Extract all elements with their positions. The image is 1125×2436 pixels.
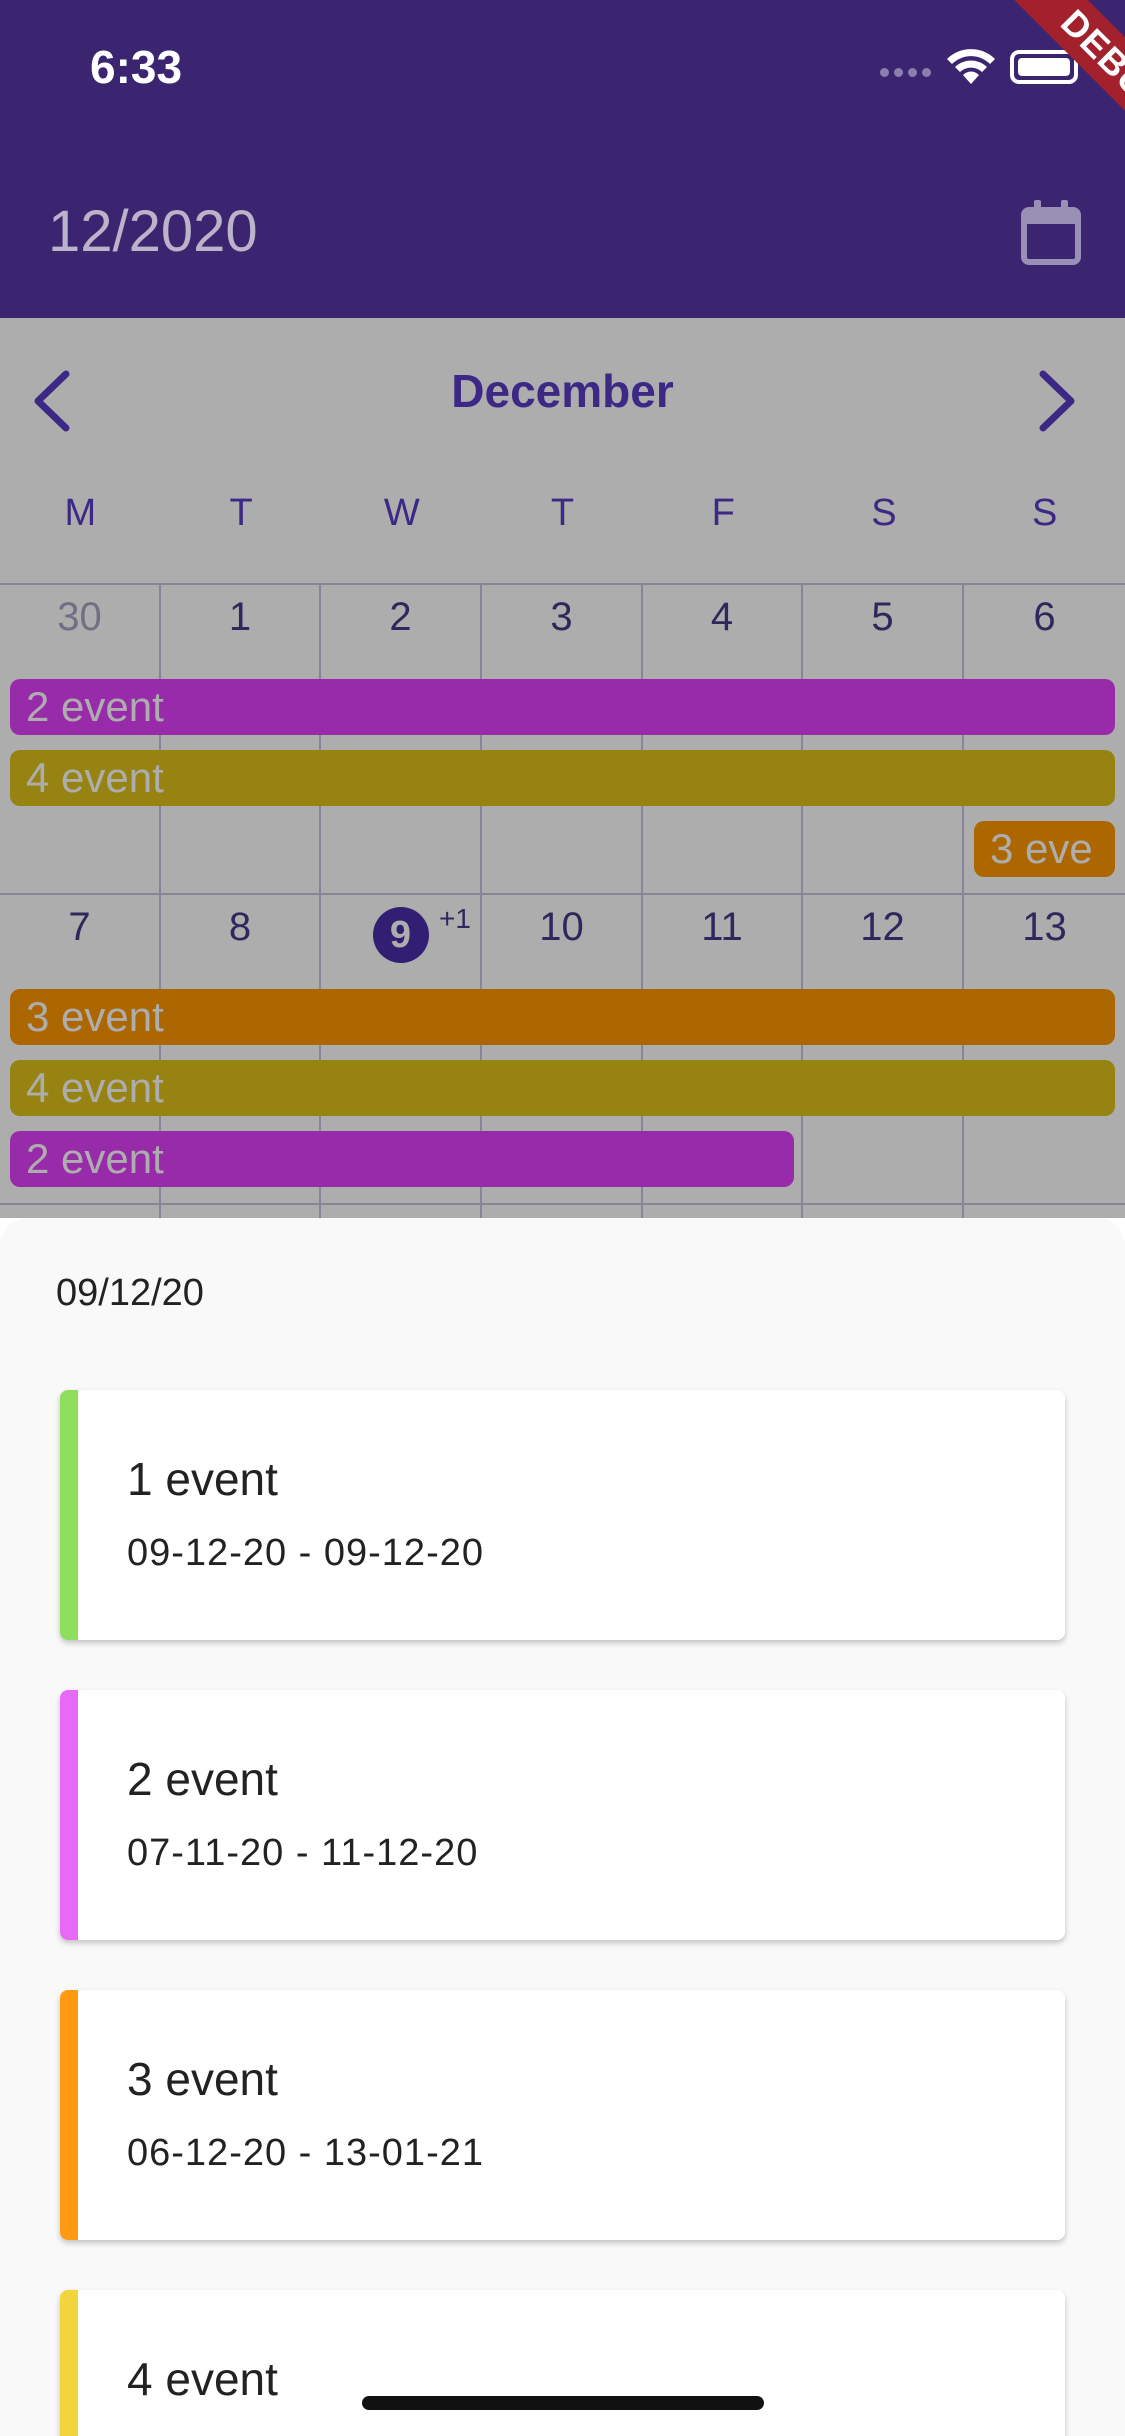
debug-banner: DEBUG xyxy=(945,0,1125,180)
event-card[interactable]: 4 event xyxy=(60,2290,1065,2436)
event-date-range: 07-11-20 - 11-12-20 xyxy=(127,1832,479,1874)
modal-scrim[interactable] xyxy=(0,318,1125,1218)
calendar-icon[interactable] xyxy=(1020,200,1082,266)
event-color-stripe xyxy=(60,1690,78,1940)
event-title: 3 event xyxy=(127,2053,278,2105)
status-time: 6:33 xyxy=(90,41,183,93)
event-title: 1 event xyxy=(127,1453,278,1505)
event-date-range: 09-12-20 - 09-12-20 xyxy=(127,1532,484,1574)
events-bottom-sheet: 09/12/20 1 event 09-12-20 - 09-12-20 2 e… xyxy=(0,1218,1125,2436)
page-title: 12/2020 xyxy=(48,199,258,264)
debug-banner-label: DEBUG xyxy=(994,0,1125,180)
event-color-stripe xyxy=(60,2290,78,2436)
event-card[interactable]: 1 event 09-12-20 - 09-12-20 xyxy=(60,1390,1065,1640)
event-title: 4 event xyxy=(127,2353,278,2405)
home-indicator[interactable] xyxy=(362,2396,764,2410)
selected-date: 09/12/20 xyxy=(56,1272,204,1314)
cellular-signal-icon xyxy=(880,64,934,78)
event-card[interactable]: 2 event 07-11-20 - 11-12-20 xyxy=(60,1690,1065,1940)
event-color-stripe xyxy=(60,1990,78,2240)
event-color-stripe xyxy=(60,1390,78,1640)
app-bar: 6:33 DEBUG 12/2020 xyxy=(0,0,1125,318)
event-card[interactable]: 3 event 06-12-20 - 13-01-21 xyxy=(60,1990,1065,2240)
event-title: 2 event xyxy=(127,1753,278,1805)
event-date-range: 06-12-20 - 13-01-21 xyxy=(127,2132,484,2174)
